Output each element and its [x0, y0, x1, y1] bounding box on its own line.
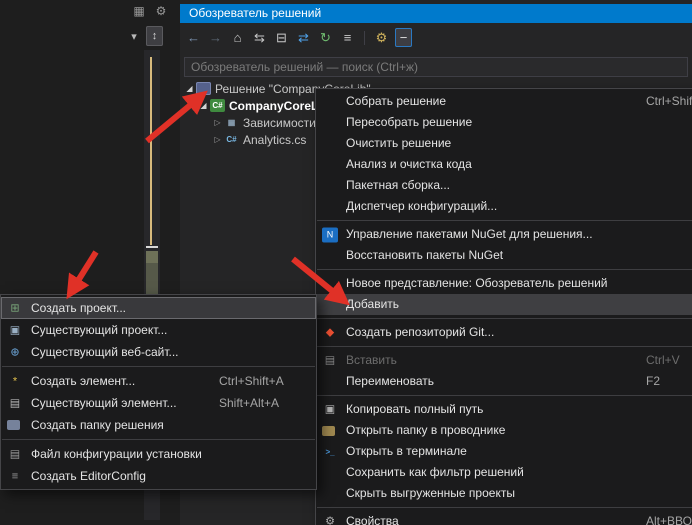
nuget-icon: N: [322, 227, 338, 242]
config-file-icon: ▤: [7, 447, 23, 462]
search-input[interactable]: [185, 58, 687, 76]
new-folder-icon: [7, 420, 20, 430]
menu-item-restore-nuget-packages[interactable]: Восстановить пакеты NuGet: [316, 245, 692, 266]
new-item-icon: *: [7, 374, 23, 389]
menu-item-hide-unloaded-projects[interactable]: Скрыть выгруженные проекты: [316, 483, 692, 504]
folder-icon: [322, 426, 335, 436]
editorconfig-icon: ≡: [7, 469, 23, 484]
git-icon: ◆: [322, 325, 338, 340]
home-icon[interactable]: ⌂: [229, 28, 246, 47]
menu-item-copy-full-path[interactable]: ▣ Копировать полный путь: [316, 399, 692, 420]
show-all-files-icon[interactable]: ≡: [339, 28, 356, 47]
menu-item-new-solution-explorer-view[interactable]: Новое представление: Обозреватель решени…: [316, 273, 692, 294]
menu-item-clean-solution[interactable]: Очистить решение: [316, 133, 692, 154]
editor-split-handle-icon[interactable]: ↕: [146, 26, 163, 46]
tree-label: Analytics.cs: [243, 133, 306, 147]
solution-icon: [196, 82, 211, 95]
submenu-item-new-editorconfig[interactable]: ≡ Создать EditorConfig: [1, 465, 316, 487]
expander-icon[interactable]: ▷: [211, 135, 224, 144]
panel-toolbar: ← → ⌂ ⇆ ⊟ ⇄ ↻ ≡ ⚙ −: [185, 27, 412, 48]
menu-item-properties[interactable]: ⚙ Свойства Alt+ВВОД: [316, 511, 692, 525]
menu-separator: [317, 346, 692, 347]
forward-icon[interactable]: →: [207, 28, 224, 47]
copy-path-icon: ▣: [322, 402, 338, 417]
expander-icon[interactable]: ◢: [183, 84, 196, 93]
new-project-icon: ⊞: [7, 301, 23, 316]
submenu-item-existing-web-site[interactable]: ⊕ Существующий веб-сайт...: [1, 341, 316, 363]
menu-item-save-as-solution-filter[interactable]: Сохранить как фильтр решений: [316, 462, 692, 483]
toolbar-separator: [364, 31, 365, 45]
modified-lines-marker: [150, 57, 152, 245]
submenu-item-new-solution-folder[interactable]: Создать папку решения: [1, 414, 316, 436]
menu-item-create-git-repository[interactable]: ◆ Создать репозиторий Git...: [316, 322, 692, 343]
collapse-all-icon[interactable]: ⊟: [273, 28, 290, 47]
menu-separator: [2, 439, 315, 440]
menu-item-add[interactable]: Добавить: [316, 294, 692, 315]
preview-toggle-icon[interactable]: −: [395, 28, 412, 47]
terminal-icon: >_: [322, 444, 338, 459]
scrollbar-thumb-top: [146, 251, 158, 263]
menu-separator: [317, 395, 692, 396]
switch-views-icon[interactable]: ⇆: [251, 28, 268, 47]
wrench-icon[interactable]: ⚙: [373, 28, 390, 47]
arrow-to-new-project: [76, 252, 96, 284]
submenu-item-existing-project[interactable]: ▣ Существующий проект...: [1, 319, 316, 341]
vs-window: ▦ ⚙ ▾ ↕ Обозреватель решений ← → ⌂ ⇆ ⊟ ⇄…: [0, 0, 692, 525]
submenu-item-installer-config-file[interactable]: ▤ Файл конфигурации установки: [1, 443, 316, 465]
chevron-down-icon[interactable]: ▾: [126, 28, 142, 44]
menu-item-batch-build[interactable]: Пакетная сборка...: [316, 175, 692, 196]
paste-icon: ▤: [322, 353, 338, 368]
web-site-icon: ⊕: [7, 345, 23, 360]
menu-item-manage-nuget-packages[interactable]: N Управление пакетами NuGet для решения.…: [316, 224, 692, 245]
back-icon[interactable]: ←: [185, 28, 202, 47]
tree-label: CompanyCoreLib: [229, 99, 329, 113]
menu-separator: [2, 366, 315, 367]
submenu-item-new-project[interactable]: ⊞ Создать проект...: [1, 297, 316, 319]
menu-item-open-in-terminal[interactable]: >_ Открыть в терминале: [316, 441, 692, 462]
menu-item-configuration-manager[interactable]: Диспетчер конфигураций...: [316, 196, 692, 217]
menu-separator: [317, 318, 692, 319]
existing-project-icon: ▣: [7, 323, 23, 338]
expander-icon[interactable]: ◢: [197, 101, 210, 110]
dependencies-icon: ▦: [224, 116, 239, 129]
menu-item-rename[interactable]: Переименовать F2: [316, 371, 692, 392]
menu-item-rebuild-solution[interactable]: Пересобрать решение: [316, 112, 692, 133]
menu-item-paste[interactable]: ▤ Вставить Ctrl+V: [316, 350, 692, 371]
menu-separator: [317, 220, 692, 221]
panel-title[interactable]: Обозреватель решений: [180, 4, 692, 23]
expander-icon[interactable]: ▷: [211, 118, 224, 127]
add-submenu: ⊞ Создать проект... ▣ Существующий проек…: [0, 294, 317, 490]
menu-item-open-folder-in-explorer[interactable]: Открыть папку в проводнике: [316, 420, 692, 441]
solution-context-menu: Собрать решение Ctrl+Shift+B Пересобрать…: [315, 88, 692, 525]
properties-icon: ⚙: [322, 514, 338, 525]
grid-icon[interactable]: ▦: [131, 3, 147, 19]
caret-position-marker: [146, 246, 158, 248]
submenu-item-existing-item[interactable]: ▤ Существующий элемент... Shift+Alt+A: [1, 392, 316, 414]
submenu-item-new-item[interactable]: * Создать элемент... Ctrl+Shift+A: [1, 370, 316, 392]
sync-icon[interactable]: ⇄: [295, 28, 312, 47]
editor-top-icons: ▦ ⚙: [131, 3, 169, 19]
solution-search: [184, 57, 688, 77]
refresh-icon[interactable]: ↻: [317, 28, 334, 47]
csharp-project-icon: C#: [210, 99, 225, 112]
menu-separator: [317, 269, 692, 270]
menu-item-build-solution[interactable]: Собрать решение Ctrl+Shift+B: [316, 91, 692, 112]
menu-separator: [317, 507, 692, 508]
gear-icon[interactable]: ⚙: [153, 3, 169, 19]
csharp-file-icon: C#: [224, 133, 239, 146]
tree-label: Зависимости: [243, 116, 316, 130]
menu-item-code-cleanup[interactable]: Анализ и очистка кода: [316, 154, 692, 175]
existing-item-icon: ▤: [7, 396, 23, 411]
